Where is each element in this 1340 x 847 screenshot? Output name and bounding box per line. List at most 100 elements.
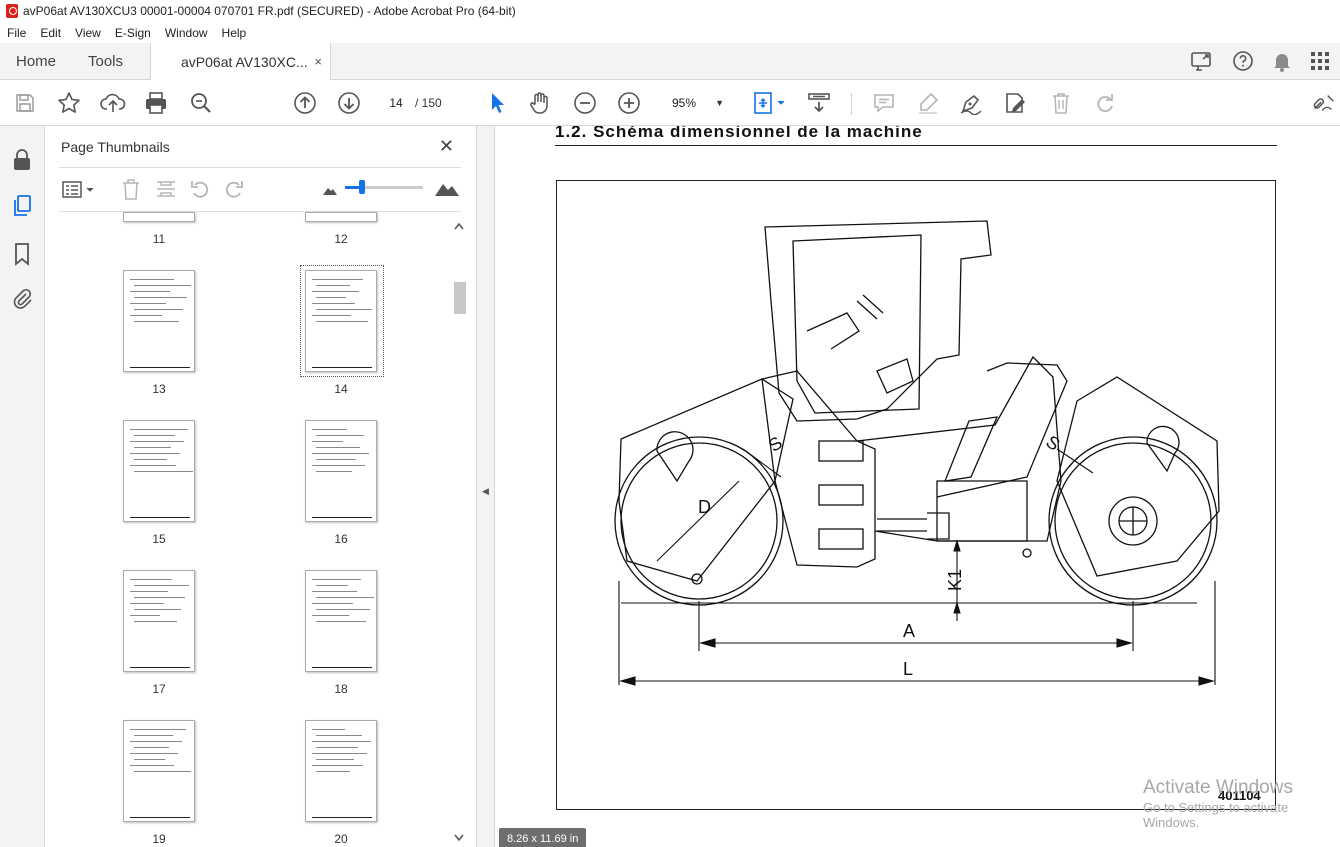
tab-document[interactable]: avP06at AV130XC... × [150, 43, 331, 81]
help-icon[interactable] [1232, 50, 1254, 75]
thumbnail-text-line [130, 453, 180, 454]
page-thumbnail[interactable] [123, 420, 195, 522]
menu-esign[interactable]: E-Sign [115, 26, 151, 40]
tab-home[interactable]: Home [16, 43, 56, 80]
toolbar-separator [851, 93, 852, 115]
menu-help[interactable]: Help [222, 26, 247, 40]
menu-edit[interactable]: Edit [40, 26, 61, 40]
scroll-up-icon[interactable] [454, 222, 464, 230]
panel-scrollbar[interactable] [452, 220, 466, 847]
lock-icon[interactable] [10, 148, 34, 172]
thumbnail-text-line [134, 597, 185, 598]
delete-trash-icon[interactable] [1048, 90, 1074, 116]
thumbnail-footer-line [312, 517, 372, 518]
menu-file[interactable]: File [7, 26, 26, 40]
hand-tool-icon[interactable] [527, 90, 553, 116]
mountain-large-icon [435, 180, 459, 199]
thumbnail-page-number: 17 [152, 682, 166, 696]
attachments-icon[interactable] [10, 287, 34, 311]
scroll-down-icon[interactable] [454, 834, 464, 842]
menu-bar: File Edit View E-Sign Window Help [0, 22, 1340, 43]
tab-close-icon[interactable]: × [314, 54, 322, 69]
bell-icon[interactable] [1272, 50, 1292, 75]
scroll-mode-icon[interactable] [806, 90, 832, 116]
watermark-line2: Go to Settings to activate Windows. [1143, 800, 1289, 830]
thumbnail-text-line [130, 279, 174, 280]
document-view[interactable]: 1.2. Schéma dimensionnel de la machine S… [495, 126, 1340, 847]
thumb-delete-icon[interactable] [121, 178, 141, 203]
label-l: L [903, 659, 913, 679]
zoom-out-icon[interactable] [572, 90, 598, 116]
tab-document-label: avP06at AV130XC... [181, 54, 308, 70]
print-icon[interactable] [143, 90, 169, 116]
page-thumbnail[interactable] [305, 420, 377, 522]
zoom-in-icon[interactable] [616, 90, 642, 116]
redo-icon[interactable] [1092, 90, 1118, 116]
thumbnail-page-number: 13 [152, 382, 166, 396]
rotate-left-icon[interactable] [189, 178, 211, 203]
panel-splitter[interactable]: ◀ [477, 126, 495, 847]
rotate-right-icon[interactable] [223, 178, 245, 203]
select-cursor-icon[interactable] [484, 90, 510, 116]
fill-sign-pen-icon[interactable] [959, 90, 985, 116]
thumbnail-text-line [130, 429, 188, 430]
thumbnail-page-number: 11 [152, 232, 166, 246]
thumbnail-text-line [130, 615, 160, 616]
link-sign-icon[interactable] [1311, 90, 1337, 116]
thumbnail-text-line [134, 747, 169, 748]
edit-pdf-icon[interactable] [1003, 90, 1029, 116]
thumbnail-text-line [134, 447, 171, 448]
zoom-level-select[interactable]: 95% ▼ [662, 91, 730, 115]
fit-page-icon[interactable] [750, 90, 790, 116]
page-thumbnail[interactable] [305, 570, 377, 672]
page-thumbnail[interactable] [123, 212, 195, 222]
page-thumbnail[interactable] [305, 720, 377, 822]
window-title: avP06at AV130XCU3 00001-00004 070701 FR.… [23, 4, 516, 18]
panel-divider [59, 167, 461, 168]
thumbnail-text-line [316, 447, 360, 448]
bookmarks-icon[interactable] [10, 242, 34, 266]
page-number-input[interactable]: 14 [380, 91, 412, 115]
page-thumbnails-icon[interactable] [10, 194, 34, 218]
page-thumbnail[interactable] [305, 212, 377, 222]
thumbnail-selection [300, 265, 384, 377]
thumbnail-text-line [312, 741, 371, 742]
activate-windows-watermark: Activate Windows Go to Settings to activ… [1143, 777, 1340, 830]
thumbnail-size-slider[interactable] [345, 180, 423, 194]
thumbnail-footer-line [130, 367, 190, 368]
thumbnail-text-line [312, 603, 353, 604]
share-screen-icon[interactable] [1190, 50, 1214, 75]
thumbnail-text-line [130, 221, 160, 222]
thumbnail-text-line [312, 465, 365, 466]
comment-icon[interactable] [871, 90, 897, 116]
thumbnail-options-icon[interactable] [61, 179, 97, 204]
panel-divider-2 [59, 211, 461, 212]
tab-tools[interactable]: Tools [88, 43, 123, 80]
chevron-down-icon: ▼ [715, 98, 724, 108]
apps-grid-icon[interactable] [1310, 51, 1330, 74]
menu-window[interactable]: Window [165, 26, 208, 40]
thumbnail-text-line [134, 621, 177, 622]
page-thumbnail[interactable] [123, 270, 195, 372]
scrollbar-thumb[interactable] [454, 282, 466, 314]
thumbnail-text-line [134, 471, 193, 472]
next-page-icon[interactable] [336, 90, 362, 116]
highlight-pen-icon[interactable] [915, 90, 941, 116]
thumbnail-text-line [316, 735, 362, 736]
collapse-panel-icon[interactable]: ◀ [482, 486, 489, 497]
thumbnail-page-number: 12 [334, 232, 348, 246]
thumb-extract-icon[interactable] [155, 178, 177, 203]
thumbnail-text-line [134, 735, 173, 736]
previous-page-icon[interactable] [292, 90, 318, 116]
menu-view[interactable]: View [75, 26, 101, 40]
zoom-search-icon[interactable] [188, 90, 214, 116]
thumbnail-text-line [134, 321, 179, 322]
slider-knob[interactable] [359, 180, 365, 194]
page-thumbnail[interactable] [123, 720, 195, 822]
page-total: / 150 [415, 96, 442, 110]
save-icon[interactable] [12, 90, 38, 116]
upload-cloud-icon[interactable] [100, 90, 126, 116]
panel-close-icon[interactable]: ✕ [439, 136, 454, 157]
page-thumbnail[interactable] [123, 570, 195, 672]
bookmark-star-icon[interactable] [56, 90, 82, 116]
